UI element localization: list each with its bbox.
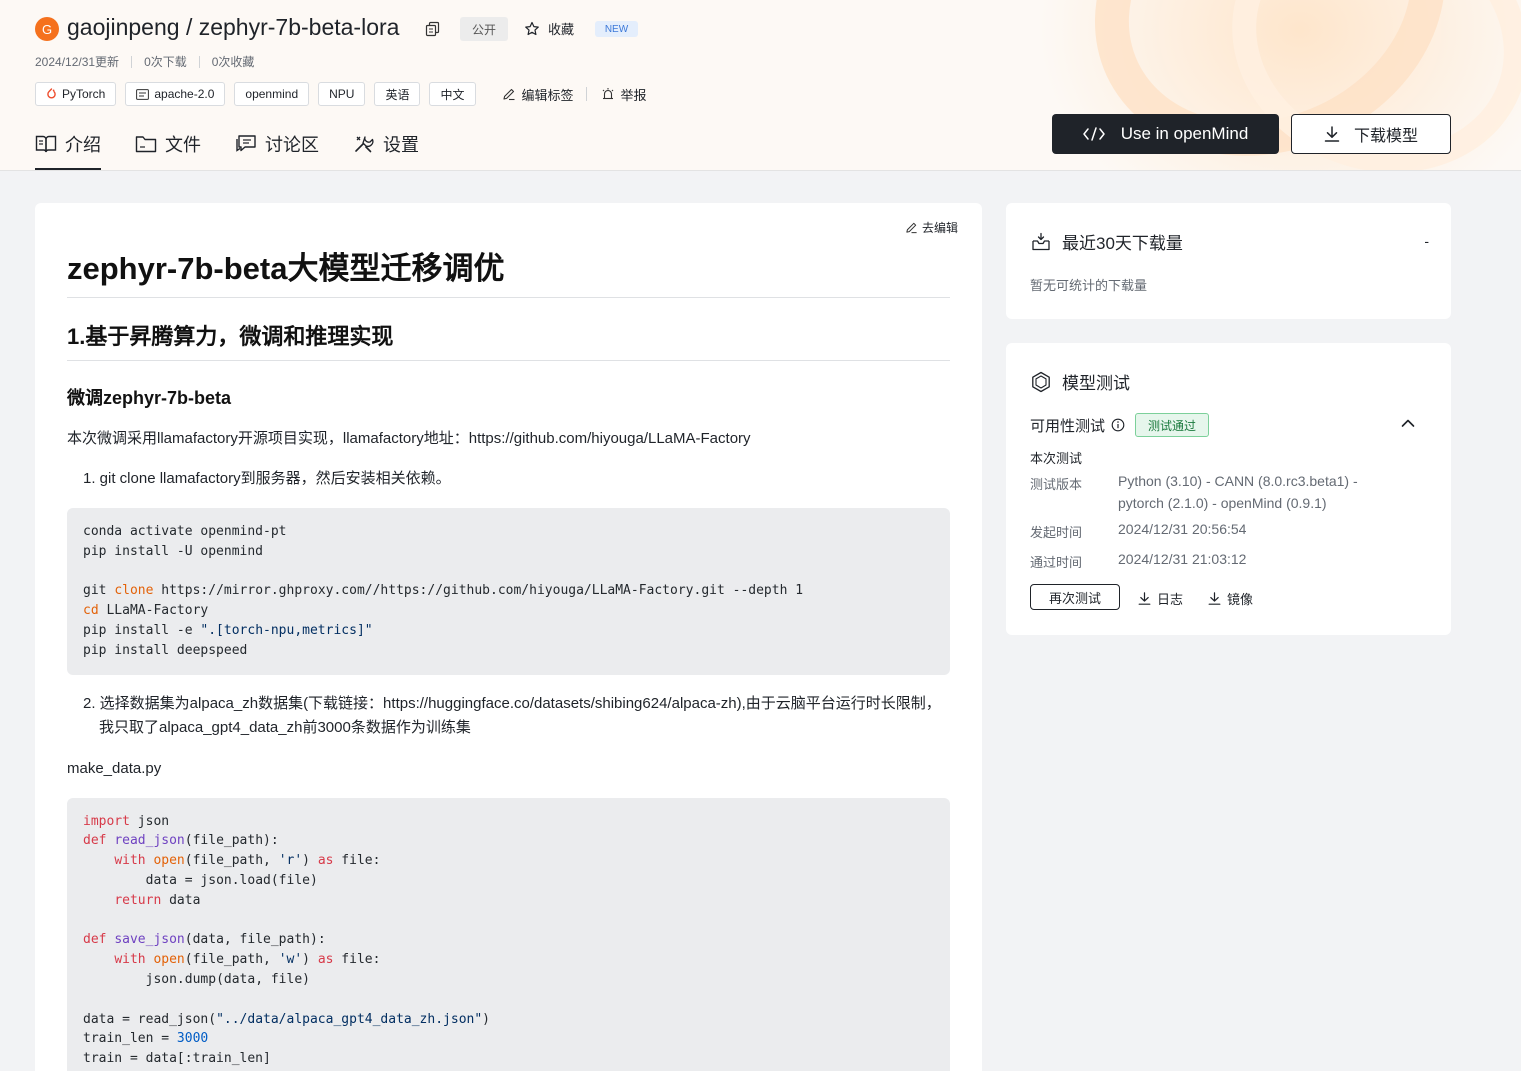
hexagon-icon bbox=[1032, 371, 1050, 392]
tag-label: apache-2.0 bbox=[154, 87, 215, 101]
edit-tags-button[interactable]: 编辑标签 bbox=[502, 85, 574, 104]
doc-step-2: 2. 选择数据集为alpaca_zh数据集(下载链接：https://huggi… bbox=[83, 694, 941, 736]
start-time-label: 发起时间 bbox=[1030, 525, 1083, 540]
tag-label: 英语 bbox=[385, 87, 410, 102]
report-label: 举报 bbox=[620, 87, 647, 103]
go-edit-label: 去编辑 bbox=[921, 221, 958, 235]
repo-tabs: 介绍 文件 讨论区 设置 bbox=[35, 128, 453, 170]
tag-list: PyTorch apache-2.0 openmind NPU 英语 中文 编辑… bbox=[35, 82, 647, 106]
divider bbox=[198, 55, 200, 68]
download-icon bbox=[1324, 126, 1340, 142]
test-status-badge: 测试通过 bbox=[1135, 413, 1210, 437]
use-in-openmind-button[interactable]: Use in openMind bbox=[1052, 114, 1279, 154]
doc-title: zephyr-7b-beta大模型迁移调优 bbox=[67, 249, 950, 298]
tag-label: NPU bbox=[329, 87, 355, 101]
inbox-download-icon bbox=[1032, 232, 1050, 250]
tab-intro[interactable]: 介绍 bbox=[35, 128, 101, 170]
alarm-icon bbox=[602, 88, 613, 100]
license-icon bbox=[136, 88, 150, 100]
model-test-title: 模型测试 bbox=[1030, 369, 1130, 394]
new-badge: NEW bbox=[595, 21, 638, 37]
chat-icon bbox=[236, 134, 256, 152]
pencil-icon bbox=[502, 88, 514, 101]
book-icon bbox=[35, 135, 57, 152]
download-count: 0次下载 bbox=[144, 55, 187, 69]
log-download-link[interactable]: 日志 bbox=[1138, 589, 1183, 608]
test-version-value: Python (3.10) - CANN (8.0.rc3.beta1) - p… bbox=[1118, 473, 1358, 511]
visibility-badge: 公开 bbox=[460, 17, 508, 41]
copy-icon[interactable] bbox=[425, 21, 441, 37]
repo-title: gaojinpeng / zephyr-7b-beta-lora bbox=[67, 14, 400, 40]
download-model-label: 下载模型 bbox=[1353, 128, 1418, 145]
tab-label: 设置 bbox=[383, 134, 419, 155]
test-version-label: 测试版本 bbox=[1030, 477, 1083, 492]
pass-time-value: 2024/12/31 21:03:12 bbox=[1118, 551, 1247, 567]
log-label: 日志 bbox=[1157, 592, 1184, 607]
download-model-button[interactable]: 下载模型 bbox=[1291, 114, 1451, 154]
report-button[interactable]: 举报 bbox=[601, 85, 647, 104]
readme-content: zephyr-7b-beta大模型迁移调优 1.基于昇腾算力，微调和推理实现 微… bbox=[67, 249, 950, 1071]
pass-time-label: 通过时间 bbox=[1030, 555, 1083, 570]
tag-chinese[interactable]: 中文 bbox=[429, 82, 476, 106]
go-edit-link[interactable]: 去编辑 bbox=[905, 219, 958, 236]
recent-downloads-label: 最近30天下载量 bbox=[1062, 234, 1183, 253]
code-block-make-data[interactable]: import json def read_json(file_path): wi… bbox=[67, 797, 950, 1071]
availability-test-label: 可用性测试 bbox=[1030, 417, 1106, 435]
settings-icon bbox=[355, 135, 374, 152]
availability-test-row: 可用性测试 测试通过 bbox=[1030, 413, 1210, 437]
recent-downloads-card: 最近30天下载量 - 暂无可统计的下载量 bbox=[1006, 203, 1451, 319]
repo-header: G gaojinpeng / zephyr-7b-beta-lora 公开 收藏… bbox=[0, 0, 1521, 171]
favorite-count: 0次收藏 bbox=[211, 55, 255, 69]
doc-subsection-heading: 微调zephyr-7b-beta bbox=[67, 388, 232, 408]
owner-avatar[interactable]: G bbox=[35, 17, 59, 41]
recent-downloads-title: 最近30天下载量 bbox=[1030, 229, 1183, 254]
tag-pytorch[interactable]: PyTorch bbox=[35, 82, 117, 106]
image-label: 镜像 bbox=[1227, 592, 1254, 607]
code-icon bbox=[1082, 127, 1105, 141]
tag-english[interactable]: 英语 bbox=[374, 82, 421, 106]
divider bbox=[585, 87, 587, 101]
tab-label: 文件 bbox=[165, 134, 201, 155]
tag-npu[interactable]: NPU bbox=[318, 82, 366, 106]
code-block-install[interactable]: conda activate openmind-pt pip install -… bbox=[67, 508, 950, 675]
tab-settings[interactable]: 设置 bbox=[353, 128, 419, 159]
model-test-card: 模型测试 可用性测试 测试通过 本次测试 测试版本 Python (3.10) … bbox=[1006, 343, 1451, 635]
pencil-icon bbox=[906, 222, 917, 234]
divider bbox=[131, 55, 133, 68]
tab-label: 介绍 bbox=[65, 134, 101, 155]
tab-label: 讨论区 bbox=[265, 134, 319, 155]
folder-icon bbox=[135, 135, 157, 152]
tag-label: 中文 bbox=[440, 87, 465, 102]
image-download-link[interactable]: 镜像 bbox=[1208, 589, 1253, 608]
tab-discussion[interactable]: 讨论区 bbox=[235, 128, 319, 159]
info-icon[interactable] bbox=[1111, 418, 1125, 432]
recent-downloads-empty: 暂无可统计的下载量 bbox=[1030, 278, 1148, 293]
retest-button[interactable]: 再次测试 bbox=[1030, 584, 1120, 610]
download-icon bbox=[1208, 592, 1221, 605]
favorite-button[interactable]: 收藏 bbox=[524, 19, 574, 38]
download-icon bbox=[1138, 592, 1151, 605]
favorite-label: 收藏 bbox=[548, 22, 575, 37]
tab-files[interactable]: 文件 bbox=[135, 128, 201, 159]
pytorch-icon bbox=[47, 87, 56, 98]
this-test-heading: 本次测试 bbox=[1030, 451, 1083, 466]
tag-label: openmind bbox=[245, 87, 299, 101]
updated-date: 2024/12/31更新 bbox=[35, 55, 120, 69]
doc-filename: make_data.py bbox=[67, 759, 162, 777]
repo-meta: 2024/12/31更新 0次下载 0次收藏 bbox=[35, 53, 254, 70]
start-time-value: 2024/12/31 20:56:54 bbox=[1118, 521, 1247, 537]
tag-openmind[interactable]: openmind bbox=[234, 82, 310, 106]
tag-label: PyTorch bbox=[62, 87, 106, 101]
star-icon bbox=[525, 21, 539, 35]
doc-section-heading: 1.基于昇腾算力，微调和推理实现 bbox=[67, 322, 950, 361]
chevron-up-icon[interactable] bbox=[1401, 418, 1415, 428]
readme-card: 去编辑 zephyr-7b-beta大模型迁移调优 1.基于昇腾算力，微调和推理… bbox=[35, 203, 982, 1071]
tag-license[interactable]: apache-2.0 bbox=[125, 82, 226, 106]
doc-intro-paragraph: 本次微调采用llamafactory开源项目实现，llamafactory地址：… bbox=[67, 430, 751, 447]
doc-step-1: 1. git clone llamafactory到服务器，然后安装相关依赖。 bbox=[83, 470, 451, 487]
recent-downloads-value: - bbox=[1424, 233, 1429, 249]
edit-tags-label: 编辑标签 bbox=[521, 87, 574, 103]
model-test-label: 模型测试 bbox=[1062, 374, 1130, 393]
use-in-openmind-label: Use in openMind bbox=[1120, 124, 1249, 143]
